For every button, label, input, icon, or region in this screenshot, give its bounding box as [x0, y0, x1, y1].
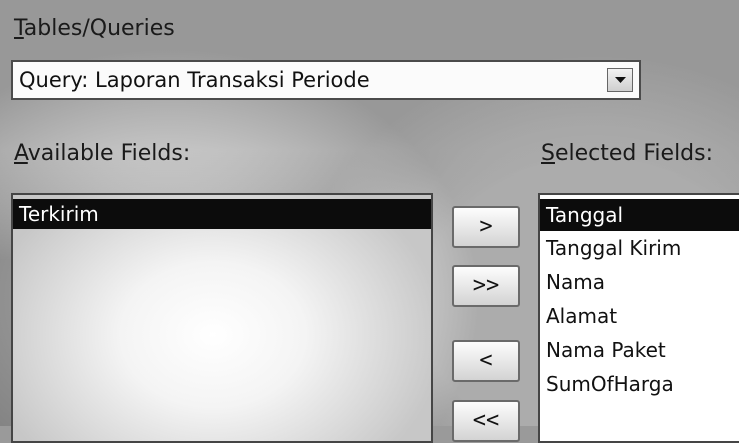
add-all-fields-button[interactable]: >> — [452, 265, 520, 307]
tables-queries-label: Tables/Queries — [14, 16, 175, 42]
selected-fields-accel: S — [541, 141, 555, 166]
chevron-down-icon — [615, 77, 626, 83]
selected-fields-label: Selected Fields: — [541, 141, 713, 167]
selected-fields-label-text: elected Fields: — [554, 141, 714, 166]
available-field-item[interactable]: Terkirim — [13, 199, 431, 229]
selected-fields-list[interactable]: Tanggal Tanggal Kirim Nama Alamat Nama P… — [538, 193, 739, 443]
tables-queries-combo-value: Query: Laporan Transaksi Periode — [19, 68, 370, 92]
selected-field-item[interactable]: Tanggal Kirim — [540, 231, 739, 265]
tables-queries-accel: T — [14, 16, 24, 41]
available-fields-label-text: vailable Fields: — [27, 141, 191, 166]
tables-queries-combo[interactable]: Query: Laporan Transaksi Periode — [11, 60, 641, 100]
selected-field-item[interactable]: Alamat — [540, 299, 739, 333]
remove-field-button[interactable]: < — [452, 340, 520, 382]
selected-field-item[interactable]: Tanggal — [540, 199, 739, 231]
available-fields-label: Available Fields: — [14, 141, 190, 167]
available-fields-list[interactable]: Terkirim — [11, 193, 433, 443]
tables-queries-label-text: ables/Queries — [23, 16, 175, 41]
remove-all-fields-button[interactable]: << — [452, 400, 520, 442]
combo-dropdown-button[interactable] — [607, 68, 633, 92]
selected-field-item[interactable]: Nama — [540, 265, 739, 299]
add-field-button[interactable]: > — [452, 206, 520, 248]
available-fields-accel: A — [14, 141, 28, 166]
selected-field-item[interactable]: Nama Paket — [540, 333, 739, 367]
selected-field-item[interactable]: SumOfHarga — [540, 367, 739, 401]
